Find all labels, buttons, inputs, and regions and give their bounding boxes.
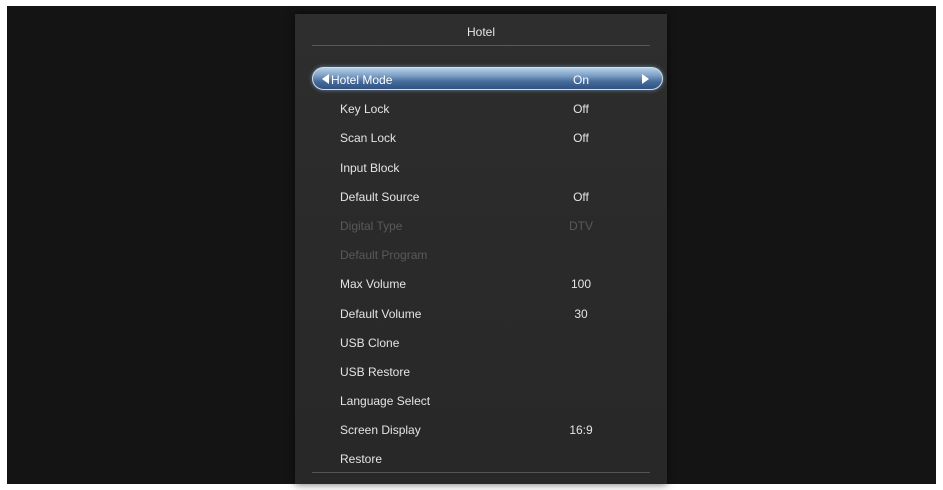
menu-item-label: Default Program bbox=[340, 248, 428, 263]
menu-item-max-volume[interactable]: Max Volume 100 bbox=[295, 269, 667, 298]
menu-item-label: Max Volume bbox=[340, 277, 407, 292]
menu-item-label: USB Clone bbox=[340, 335, 400, 350]
menu-item-restore[interactable]: Restore bbox=[295, 444, 667, 473]
title-divider bbox=[312, 45, 650, 46]
tv-screen: Hotel Hotel Mode On Key Lock Off Scan Lo… bbox=[7, 6, 936, 484]
menu-title: Hotel bbox=[466, 25, 495, 39]
menu-item-label: Hotel Mode bbox=[331, 73, 393, 87]
menu-item-input-block[interactable]: Input Block bbox=[295, 153, 667, 182]
triangle-right-icon[interactable] bbox=[642, 74, 649, 84]
menu-item-label: Language Select bbox=[340, 394, 431, 409]
bottom-divider bbox=[312, 472, 650, 473]
menu-list: Hotel Mode On Key Lock Off Scan Lock Off… bbox=[295, 65, 667, 474]
menu-item-label: Scan Lock bbox=[340, 131, 397, 146]
hotel-menu-panel: Hotel Hotel Mode On Key Lock Off Scan Lo… bbox=[295, 14, 667, 484]
menu-item-screen-display[interactable]: Screen Display 16:9 bbox=[295, 415, 667, 444]
menu-item-value: 30 bbox=[574, 306, 588, 321]
menu-item-value: 16:9 bbox=[569, 423, 593, 438]
menu-item-value: DTV bbox=[569, 218, 593, 233]
menu-item-label: Digital Type bbox=[340, 218, 403, 233]
menu-item-scan-lock[interactable]: Scan Lock Off bbox=[295, 123, 667, 152]
menu-item-usb-clone[interactable]: USB Clone bbox=[295, 328, 667, 357]
menu-item-label: Screen Display bbox=[340, 423, 421, 438]
menu-item-label: Default Source bbox=[340, 189, 420, 204]
menu-item-label: Key Lock bbox=[340, 102, 390, 117]
menu-item-value: On bbox=[572, 73, 589, 87]
menu-item-usb-restore[interactable]: USB Restore bbox=[295, 357, 667, 386]
triangle-left-icon[interactable] bbox=[322, 74, 329, 84]
menu-item-value: Off bbox=[573, 131, 589, 146]
menu-item-default-program: Default Program bbox=[295, 240, 667, 269]
menu-item-default-source[interactable]: Default Source Off bbox=[295, 182, 667, 211]
menu-item-label: Default Volume bbox=[340, 306, 422, 321]
menu-item-value: Off bbox=[573, 189, 589, 204]
menu-item-language-select[interactable]: Language Select bbox=[295, 386, 667, 415]
menu-item-value: 100 bbox=[570, 277, 592, 292]
menu-item-label: Restore bbox=[340, 452, 383, 467]
menu-item-value: Off bbox=[573, 102, 589, 117]
menu-item-digital-type: Digital Type DTV bbox=[295, 211, 667, 240]
menu-item-default-volume[interactable]: Default Volume 30 bbox=[295, 299, 667, 328]
menu-item-label: USB Restore bbox=[340, 364, 411, 379]
menu-item-hotel-mode[interactable]: Hotel Mode On bbox=[295, 65, 667, 94]
menu-item-key-lock[interactable]: Key Lock Off bbox=[295, 94, 667, 123]
menu-item-label: Input Block bbox=[340, 160, 400, 175]
